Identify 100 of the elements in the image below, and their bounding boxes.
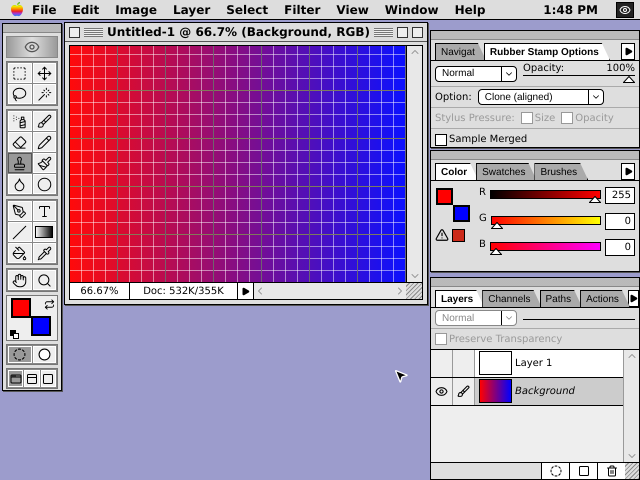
palette-tab[interactable]: Paths xyxy=(540,290,582,307)
cursor-icon xyxy=(393,368,409,384)
palette-tab[interactable]: Rubber Stamp Options xyxy=(484,43,610,60)
palette-tab[interactable]: Layers xyxy=(435,290,484,307)
channel-value-field[interactable]: 0 xyxy=(605,239,635,256)
selection-icon xyxy=(13,348,26,361)
opacity-slider[interactable] xyxy=(523,74,635,84)
caret-right-icon xyxy=(624,167,632,176)
palette-tab[interactable]: Channels xyxy=(482,290,542,307)
tool-button[interactable] xyxy=(8,153,32,173)
menu-item[interactable]: Image xyxy=(107,2,165,16)
clock: 1:48 PM xyxy=(543,2,598,16)
caret-right-icon xyxy=(628,294,638,303)
slider-thumb[interactable] xyxy=(490,222,503,229)
resize-handle[interactable] xyxy=(625,463,639,479)
caret-right-icon xyxy=(624,47,632,56)
type-icon xyxy=(36,204,52,218)
eye-icon xyxy=(435,385,448,398)
channel-label: G xyxy=(479,213,487,224)
menu-item[interactable]: Select xyxy=(218,2,276,16)
droplet-icon xyxy=(12,176,28,192)
palette-menu-button[interactable] xyxy=(621,43,635,60)
palette-tab[interactable]: Color xyxy=(435,163,478,180)
layer-thumbnail xyxy=(479,379,512,403)
menu-item[interactable]: Layer xyxy=(165,2,218,16)
foreground-color-swatch[interactable] xyxy=(436,188,453,205)
magic-wand-icon xyxy=(36,86,52,102)
mask-icon xyxy=(550,465,562,477)
background-color-swatch[interactable] xyxy=(31,316,51,336)
palette-menu-button[interactable] xyxy=(621,163,635,180)
resize-handle[interactable] xyxy=(406,283,422,299)
slider-thumb[interactable] xyxy=(490,248,502,255)
default-colors-icon[interactable] xyxy=(10,330,19,339)
gamut-color-swatch[interactable] xyxy=(452,229,465,242)
option-label: Option: xyxy=(435,92,472,102)
menu-item[interactable]: File xyxy=(24,2,65,16)
slider-thumb[interactable] xyxy=(623,76,635,83)
title-stripes xyxy=(84,28,104,36)
zoom-field[interactable]: 66.67% xyxy=(70,283,130,299)
paintbrush-icon xyxy=(36,156,52,170)
palette-menu-button[interactable] xyxy=(628,290,639,307)
new-layer-button[interactable] xyxy=(569,463,597,479)
channel-slider[interactable] xyxy=(490,187,601,203)
palette-tab[interactable]: Actions xyxy=(580,290,630,307)
screen-mode-button[interactable] xyxy=(8,370,24,387)
brush-icon xyxy=(36,114,52,128)
window-icon xyxy=(26,372,38,384)
screen-mode-button[interactable] xyxy=(24,370,40,387)
foreground-color-swatch[interactable] xyxy=(11,298,31,318)
collapse-box[interactable] xyxy=(412,26,424,38)
channel-value-field[interactable]: 0 xyxy=(605,213,635,230)
app-menu-button[interactable] xyxy=(616,2,634,18)
menu-item[interactable]: View xyxy=(328,2,377,16)
trash-icon xyxy=(606,465,618,477)
brush-icon xyxy=(457,385,470,398)
mask-button[interactable] xyxy=(541,463,569,479)
circle-icon xyxy=(36,176,52,192)
title-stripes xyxy=(374,28,394,36)
mask-mode-button[interactable] xyxy=(32,346,56,363)
background-color-swatch[interactable] xyxy=(453,205,470,222)
page-icon xyxy=(578,465,590,477)
screen-mode-button[interactable] xyxy=(40,370,56,387)
layer-row[interactable]: Layer 1 xyxy=(431,350,623,378)
checkbox[interactable] xyxy=(435,134,447,146)
palette-tab[interactable]: Brushes xyxy=(534,163,588,180)
menu-item[interactable]: Window xyxy=(376,2,447,16)
layer-mode-toggle[interactable] xyxy=(453,378,475,405)
move-icon xyxy=(36,66,52,80)
pen-nib-icon xyxy=(12,204,28,218)
layer-row[interactable]: Background xyxy=(431,378,623,406)
option-dropdown[interactable]: Clone (aligned) xyxy=(478,89,604,105)
delete-layer-button[interactable] xyxy=(597,463,625,479)
palette-tab[interactable]: Swatches xyxy=(476,163,536,180)
paint-bucket-icon xyxy=(12,246,28,260)
menu-item[interactable]: Help xyxy=(446,2,494,16)
mask-icon xyxy=(38,348,51,361)
hand-icon xyxy=(12,272,28,288)
apple-icon[interactable] xyxy=(10,2,24,18)
palette-tab[interactable]: Navigat xyxy=(435,43,486,60)
mask-mode-button[interactable] xyxy=(8,346,32,363)
doc-info: Doc: 532K/355K xyxy=(130,283,238,299)
info-menu-button[interactable] xyxy=(238,283,254,299)
opacity-value[interactable]: 100% xyxy=(606,63,635,74)
slider-thumb[interactable] xyxy=(589,196,601,203)
eyedropper-icon xyxy=(36,246,52,260)
visibility-toggle[interactable] xyxy=(431,378,453,405)
zoom-box[interactable] xyxy=(397,26,408,38)
channel-slider[interactable] xyxy=(490,239,601,255)
menu-item[interactable]: Edit xyxy=(64,2,108,16)
blend-mode-dropdown[interactable]: Normal xyxy=(435,66,517,82)
visibility-toggle[interactable] xyxy=(431,350,453,377)
channel-slider[interactable] xyxy=(490,213,601,229)
swap-icon[interactable] xyxy=(44,299,55,310)
channel-label: R xyxy=(479,187,486,198)
layer-mode-toggle[interactable] xyxy=(453,350,475,377)
stylus-label: Stylus Pressure: xyxy=(435,112,515,124)
close-box[interactable] xyxy=(69,26,80,38)
channel-value-field[interactable]: 255 xyxy=(605,187,635,204)
caret-right-icon xyxy=(241,286,250,296)
menu-item[interactable]: Filter xyxy=(276,2,328,16)
